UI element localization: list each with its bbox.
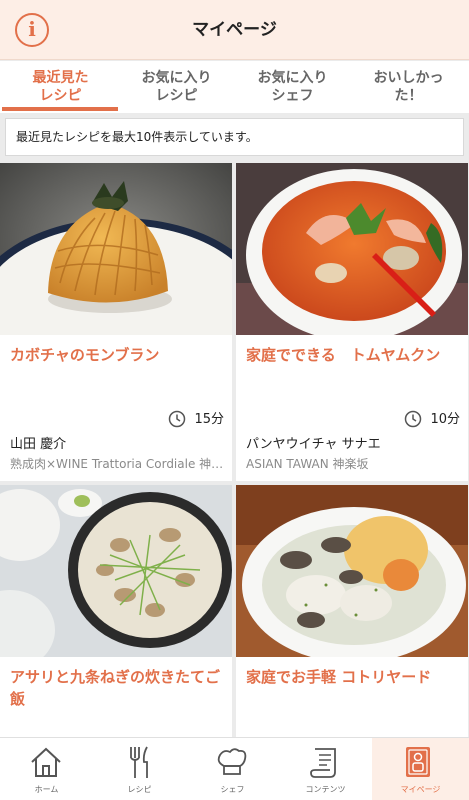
- clock-icon: [169, 410, 186, 427]
- nav-label: マイページ: [400, 785, 441, 794]
- home-icon: [31, 747, 61, 777]
- tab-delicious[interactable]: おいしかっ た！: [350, 61, 467, 113]
- recipe-title[interactable]: アサリと九条ねぎの炊きたてご飯: [10, 666, 225, 710]
- mypage-book-icon: [406, 747, 430, 777]
- chef-name[interactable]: 山田 慶介: [10, 433, 66, 452]
- tab-favorite-recipes[interactable]: お気に入り レシピ: [118, 61, 235, 113]
- recipe-title[interactable]: 家庭でできる トムヤムクン: [246, 344, 461, 366]
- nav-label: ホーム: [34, 785, 59, 794]
- cook-time: 15分: [168, 410, 224, 430]
- fork-knife-icon: [130, 746, 148, 778]
- chef-hat-icon: [217, 748, 247, 775]
- nav-mypage[interactable]: マイページ: [372, 738, 469, 800]
- tab-recently-viewed[interactable]: 最近見た レシピ: [2, 61, 119, 113]
- recipe-photo-pumpkin-montblanc: [0, 163, 232, 335]
- clock-icon: [405, 410, 422, 427]
- nav-label: シェフ: [220, 785, 245, 794]
- recipe-photo-tom-yum-soup: [236, 163, 468, 335]
- cook-time-value: 15分: [194, 412, 224, 427]
- restaurant-name: 熟成肉×WINE Trattoria Cordiale 神楽坂: [10, 457, 225, 471]
- cook-time: 10分: [404, 410, 460, 430]
- recipe-title[interactable]: 家庭でお手軽 コトリヤード: [246, 666, 461, 688]
- recipe-title[interactable]: カボチャのモンブラン: [10, 344, 225, 366]
- nav-chef[interactable]: シェフ: [186, 738, 279, 800]
- chef-name[interactable]: パンヤウイチャ サナエ: [246, 433, 381, 452]
- nav-contents[interactable]: コンテンツ: [279, 738, 372, 800]
- scroll-icon: [310, 748, 336, 778]
- cook-time-value: 10分: [430, 412, 460, 427]
- tab-bar: 最近見た レシピ お気に入り レシピ お気に入り シェフ おいしかっ た！: [0, 61, 469, 113]
- recipe-card[interactable]: カボチャのモンブラン 15分 山田 慶介 熟成肉×WINE Trattoria …: [0, 163, 232, 481]
- bottom-navigation: ホーム レシピ シェフ コンテンツ マイページ: [0, 737, 469, 800]
- active-tab-indicator: [2, 107, 118, 111]
- nav-label: コンテンツ: [305, 785, 346, 794]
- nav-label: レシピ: [127, 785, 152, 794]
- tab-favorite-chefs[interactable]: お気に入り シェフ: [234, 61, 351, 113]
- recipe-photo-cotriade-stew: [236, 485, 468, 657]
- recipe-photo-clam-rice-pot: [0, 485, 232, 657]
- app-header: i マイページ: [0, 0, 469, 60]
- notice-banner: 最近見たレシピを最大10件表示しています。: [5, 118, 464, 156]
- page-title: マイページ: [192, 20, 277, 40]
- recipe-card[interactable]: 家庭でできる トムヤムクン 10分 パンヤウイチャ サナエ ASIAN TAWA…: [236, 163, 468, 481]
- recipe-card[interactable]: アサリと九条ねぎの炊きたてご飯: [0, 485, 232, 737]
- nav-home[interactable]: ホーム: [0, 738, 93, 800]
- restaurant-name: ASIAN TAWAN 神楽坂: [246, 457, 369, 471]
- recipe-card[interactable]: 家庭でお手軽 コトリヤード: [236, 485, 468, 737]
- nav-recipe[interactable]: レシピ: [93, 738, 186, 800]
